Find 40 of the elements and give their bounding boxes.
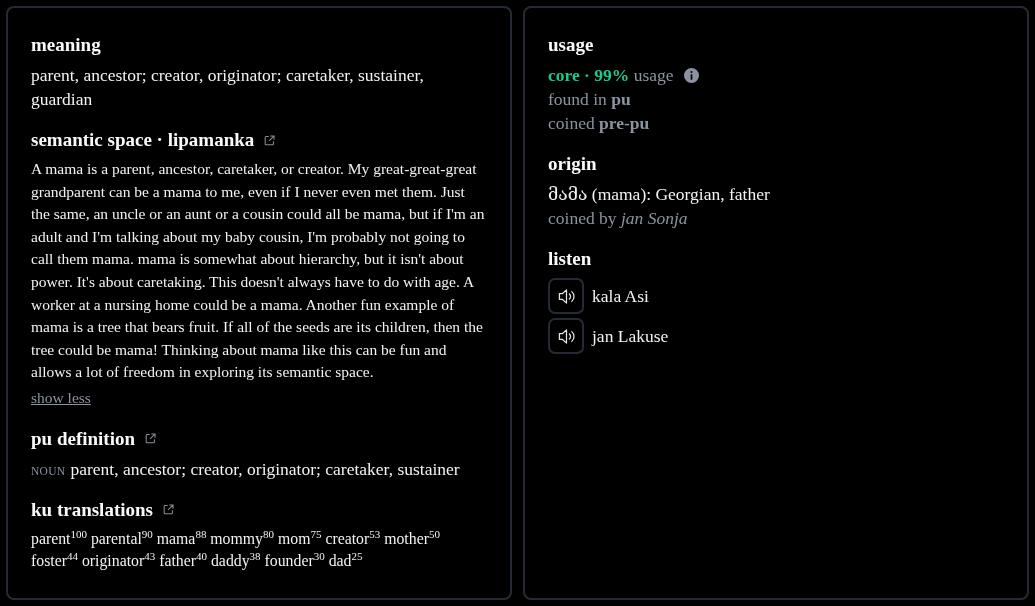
coined-by-text: coined by jan Sonja	[548, 207, 689, 230]
section-heading: origin	[548, 152, 597, 176]
translation-term: dad$^{25}$	[328, 551, 363, 569]
translation-term: mother$^{50}$	[384, 529, 440, 547]
origin-text: მამა (mama): Georgian, father	[548, 183, 771, 206]
meaning-text: parent, ancestor; creator, originator; caretaker, sustainer, guardian	[31, 64, 425, 111]
translation-term: mom$^{75}$	[277, 529, 322, 547]
section-heading: ku translations	[31, 497, 153, 522]
speaker-icon	[556, 287, 576, 305]
section-heading: usage	[548, 33, 594, 57]
show-less-link[interactable]: show less	[31, 386, 91, 409]
section-heading: meaning	[31, 33, 101, 57]
definition-text: parent, ancestor; creator, originator; caretaker, sustainer	[70, 457, 460, 481]
translation-term: mommy$^{80}$	[210, 529, 274, 547]
speaker-name: kala Asi	[592, 284, 649, 308]
found-in-text: found in pu	[548, 88, 632, 111]
semantic-space-text: A mama is a parent, ancestor, caretaker, or creator. My great-great-great grandparent can be a mama to me, even if I never even met them. Just the same, an uncle or an aunt or a cousin could all be mama, but if I'm an adult and I'm talking about my baby cousin, I'm probably not going to call them mama. mama is somewhat about hierarchy, but it isn't about power. It's about caretaking. This doesn't always have to do with age. A worker at a nursing home could be a mama. Another fun example of mama is a tree that bears fruit. If all of the seeds are its children, then the tree could be mama! Thinking about mama like this can be fun and allows a lot of freedom in exploring its semantic space.	[31, 159, 486, 383]
translation-term: foster$^{44}$	[31, 551, 78, 569]
part-of-speech-label: NOUN	[31, 463, 66, 479]
coined-text: coined pre-pu	[548, 112, 651, 135]
section-heading: pu definition	[31, 426, 135, 451]
translation-term: mama$^{88}$	[156, 529, 207, 547]
section-heading: listen	[548, 247, 592, 271]
speaker-name: jan Lakuse	[592, 324, 669, 348]
translation-term: originator$^{43}$	[81, 551, 156, 569]
play-audio-button[interactable]	[548, 278, 584, 314]
external-link-icon[interactable]	[264, 134, 276, 146]
section-heading: semantic space · lipamanka	[31, 128, 255, 152]
info-icon[interactable]	[683, 67, 699, 83]
external-link-icon[interactable]	[145, 433, 156, 445]
translation-term: daddy$^{38}$	[210, 551, 261, 569]
usage-text: core · 99% usage	[548, 64, 674, 87]
play-audio-button[interactable]	[548, 318, 584, 354]
translation-term: creator$^{53}$	[325, 529, 381, 547]
translation-term: father$^{40}$	[159, 551, 207, 569]
translation-term: parental$^{90}$	[90, 529, 153, 547]
translation-term: founder$^{30}$	[264, 551, 325, 569]
speaker-icon	[556, 327, 576, 345]
translation-term: parent$^{100}$	[31, 529, 87, 547]
external-link-icon[interactable]	[162, 504, 174, 516]
